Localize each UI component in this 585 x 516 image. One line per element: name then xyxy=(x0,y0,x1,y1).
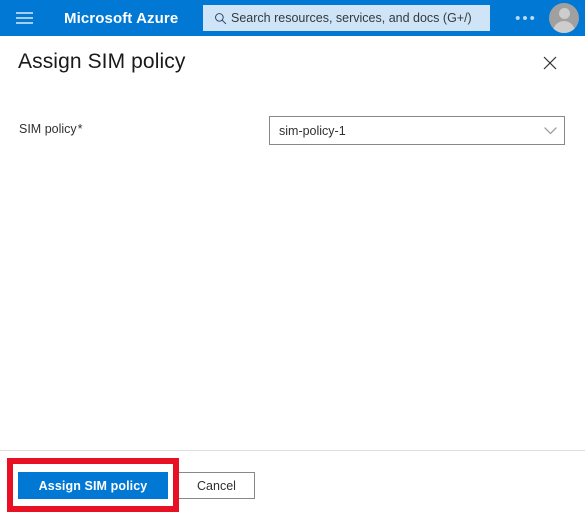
search-input-placeholder: Search resources, services, and docs (G+… xyxy=(231,10,472,25)
page-title: Assign SIM policy xyxy=(18,50,186,73)
hamburger-icon[interactable] xyxy=(6,0,42,36)
user-avatar-icon[interactable] xyxy=(549,3,579,33)
hamburger-line xyxy=(15,17,33,19)
global-search-box[interactable]: Search resources, services, and docs (G+… xyxy=(203,5,490,31)
sim-policy-dropdown-value: sim-policy-1 xyxy=(279,123,346,138)
avatar-head xyxy=(558,8,570,19)
sim-policy-label-text: SIM policy xyxy=(19,122,77,136)
avatar-body xyxy=(553,21,575,33)
assign-sim-policy-button[interactable]: Assign SIM policy xyxy=(18,472,168,499)
sim-policy-label: SIM policy* xyxy=(19,122,83,136)
cancel-button[interactable]: Cancel xyxy=(178,472,255,499)
hamburger-line xyxy=(15,12,33,14)
brand-title[interactable]: Microsoft Azure xyxy=(64,10,178,27)
more-options-icon[interactable]: ••• xyxy=(513,8,539,28)
hamburger-line xyxy=(15,22,33,24)
chevron-down-icon xyxy=(536,126,564,135)
footer-divider xyxy=(0,450,585,451)
sim-policy-dropdown[interactable]: sim-policy-1 xyxy=(269,116,565,145)
close-icon[interactable] xyxy=(537,50,563,76)
search-icon xyxy=(209,12,231,25)
azure-top-header: Microsoft Azure Search resources, servic… xyxy=(0,0,585,36)
required-marker: * xyxy=(77,122,83,136)
sim-policy-form-row: SIM policy* sim-policy-1 xyxy=(0,116,585,146)
